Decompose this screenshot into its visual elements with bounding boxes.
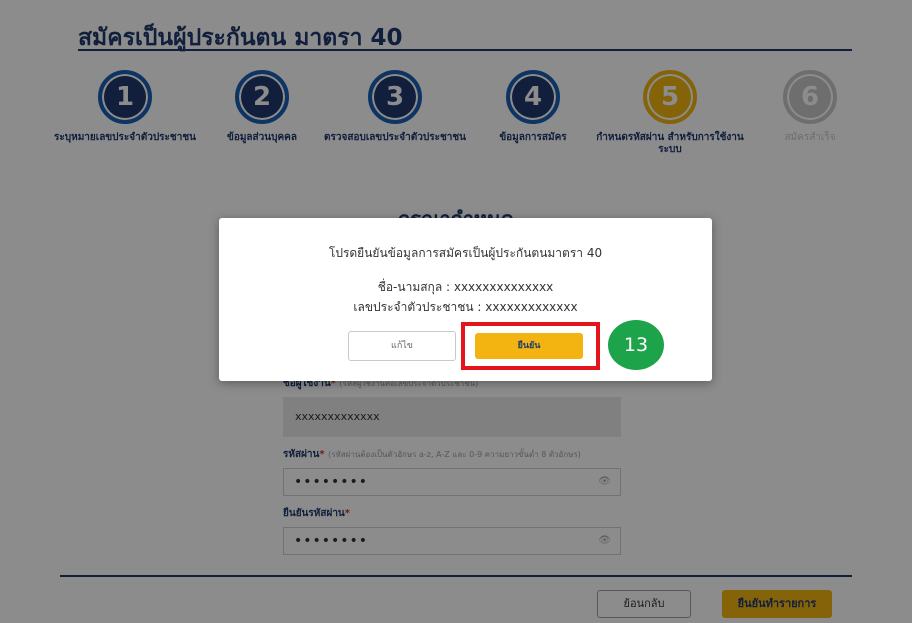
step-badge: 13: [608, 320, 664, 370]
dialog-name-line: ชื่อ-นามสกุล : xxxxxxxxxxxxxx: [377, 280, 554, 294]
dialog-id-line: เลขประจำตัวประชาชน : xxxxxxxxxxxxx: [353, 300, 578, 314]
edit-button[interactable]: แก้ไข: [348, 331, 456, 361]
highlight-box: [461, 322, 600, 370]
dialog-title: โปรดยืนยันข้อมูลการสมัครเป็นผู้ประกันตนม…: [328, 246, 603, 260]
